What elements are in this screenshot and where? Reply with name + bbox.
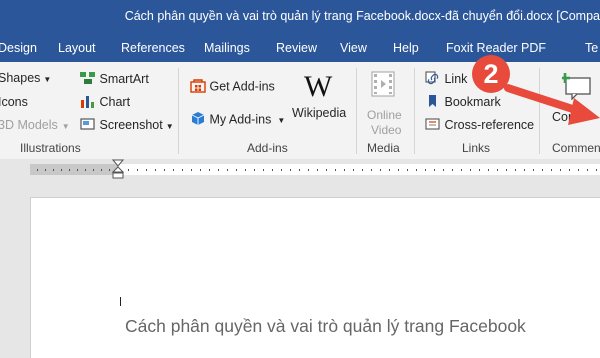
title-bar: Cách phân quyền và vai trò quản lý trang… bbox=[0, 0, 600, 35]
wikipedia-label: Wikipedia bbox=[292, 106, 347, 120]
shapes-button[interactable]: Shapes ▼ bbox=[0, 71, 51, 85]
indent-marker-icon[interactable] bbox=[112, 159, 124, 179]
wikipedia-icon: W bbox=[304, 70, 333, 103]
dropdown-arrow-icon: ▼ bbox=[165, 121, 174, 131]
group-separator bbox=[178, 68, 179, 154]
my-add-ins-label: My Add-ins bbox=[209, 112, 272, 127]
chart-icon bbox=[80, 94, 96, 111]
tab-layout[interactable]: Layout bbox=[58, 41, 96, 55]
wikipedia-button[interactable]: W Wikipedia bbox=[291, 68, 347, 132]
add-ins-group-label: Add-ins bbox=[247, 141, 288, 155]
document-heading[interactable]: Cách phân quyền và vai trò quản lý trang… bbox=[125, 316, 526, 337]
online-video-label-line2: Video bbox=[371, 123, 402, 137]
bookmark-button[interactable]: Bookmark bbox=[425, 94, 501, 111]
illustrations-group-label: Illustrations bbox=[20, 141, 81, 155]
links-group-label: Links bbox=[462, 141, 491, 155]
smartart-label: SmartArt bbox=[99, 71, 149, 86]
ruler-ticks bbox=[30, 164, 600, 175]
step-number-badge: 2 bbox=[472, 55, 510, 93]
new-comment-button[interactable]: Com bbox=[550, 68, 600, 132]
tab-review[interactable]: Review bbox=[276, 41, 317, 55]
chart-label: Chart bbox=[99, 94, 131, 109]
smartart-button[interactable]: SmartArt bbox=[80, 71, 149, 88]
bookmark-label: Bookmark bbox=[444, 94, 501, 109]
link-label: Link bbox=[444, 71, 468, 86]
tab-references[interactable]: References bbox=[121, 41, 185, 55]
document-page[interactable]: Cách phân quyền và vai trò quản lý trang… bbox=[30, 197, 600, 358]
screenshot-label: Screenshot bbox=[99, 117, 163, 132]
document-area: Cách phân quyền và vai trò quản lý trang… bbox=[0, 179, 600, 358]
screenshot-button[interactable]: Screenshot ▼ bbox=[80, 117, 174, 134]
group-separator bbox=[356, 68, 357, 154]
comment-label: Com bbox=[552, 110, 579, 124]
screenshot-icon bbox=[80, 117, 96, 134]
window-title: Cách phân quyền và vai trò quản lý trang… bbox=[124, 9, 600, 23]
3d-models-button[interactable]: 3D Models ▼ bbox=[0, 118, 70, 132]
dropdown-arrow-icon: ▼ bbox=[61, 122, 70, 131]
3d-models-label: 3D Models bbox=[0, 118, 58, 132]
tab-help[interactable]: Help bbox=[393, 41, 419, 55]
group-separator bbox=[414, 68, 415, 154]
tab-mailings[interactable]: Mailings bbox=[204, 41, 250, 55]
get-add-ins-label: Get Add-ins bbox=[209, 79, 275, 94]
store-icon bbox=[190, 78, 206, 96]
ribbon-tabs: Design Layout References Mailings Review… bbox=[0, 35, 600, 91]
media-group-label: Media bbox=[367, 141, 400, 155]
online-video-label-line1: Online bbox=[367, 108, 402, 122]
dropdown-arrow-icon: ▼ bbox=[277, 116, 286, 126]
cross-reference-icon bbox=[425, 117, 441, 134]
comments-group-label: Comment bbox=[552, 141, 600, 155]
bookmark-icon bbox=[425, 94, 441, 111]
film-icon bbox=[371, 71, 395, 102]
text-cursor bbox=[120, 297, 121, 306]
comment-icon bbox=[560, 72, 592, 105]
chart-button[interactable]: Chart bbox=[80, 94, 130, 111]
ribbon: Shapes ▼ Icons 3D Models ▼ SmartArt Chart … bbox=[0, 62, 600, 160]
add-ins-cube-icon bbox=[190, 111, 206, 129]
tab-tell-me[interactable]: Te bbox=[585, 41, 598, 55]
group-separator bbox=[539, 68, 540, 154]
tab-view[interactable]: View bbox=[340, 41, 367, 55]
tab-design[interactable]: Design bbox=[0, 41, 37, 55]
smartart-icon bbox=[80, 71, 96, 88]
shapes-label: Shapes bbox=[0, 71, 41, 85]
dropdown-arrow-icon: ▼ bbox=[43, 75, 52, 84]
cross-reference-label: Cross-reference bbox=[444, 117, 535, 132]
horizontal-ruler[interactable] bbox=[0, 159, 600, 179]
tab-foxit-reader-pdf[interactable]: Foxit Reader PDF bbox=[446, 41, 546, 55]
online-video-button[interactable]: Online Video bbox=[362, 70, 406, 138]
icons-button[interactable]: Icons bbox=[0, 95, 28, 109]
link-icon bbox=[425, 71, 441, 88]
link-button[interactable]: Link bbox=[425, 71, 467, 88]
get-add-ins-button[interactable]: Get Add-ins bbox=[190, 78, 275, 96]
cross-reference-button[interactable]: Cross-reference bbox=[425, 117, 534, 134]
my-add-ins-button[interactable]: My Add-ins ▼ bbox=[190, 111, 285, 129]
